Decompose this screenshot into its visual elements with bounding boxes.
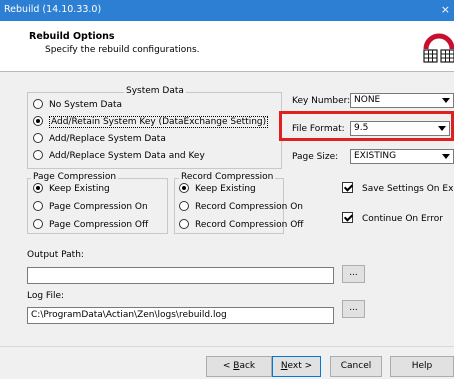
cancel-button[interactable]: Cancel: [330, 356, 382, 377]
radio-button[interactable]: [33, 201, 43, 211]
chevron-down-icon[interactable]: [442, 154, 450, 159]
back-prefix: <: [222, 361, 234, 371]
rebuild-wizard-icon: [423, 33, 454, 63]
back-button[interactable]: < Back: [206, 356, 272, 377]
option-label: Add/Retain System Key (DataExchange Sett…: [49, 116, 269, 128]
output-path-field[interactable]: [27, 267, 334, 284]
wizard-header: Rebuild Options Specify the rebuild conf…: [0, 21, 454, 72]
log-file-field[interactable]: C:\ProgramData\Actian\Zen\logs\rebuild.l…: [27, 307, 334, 324]
page-size-value: EXISTING: [354, 151, 397, 161]
option-label: Add/Replace System Data and Key: [49, 151, 205, 161]
next-rest: ext: [287, 361, 302, 371]
radio-record-compression-off[interactable]: Record Compression Off: [179, 219, 304, 231]
option-label: Add/Replace System Data: [49, 134, 166, 144]
output-path-label: Output Path:: [27, 250, 84, 260]
log-file-browse-button[interactable]: ...: [342, 300, 365, 318]
checkbox-label: Continue On Error: [362, 214, 443, 224]
radio-page-keep-existing[interactable]: Keep Existing: [33, 183, 110, 195]
radio-button-selected[interactable]: [33, 116, 43, 126]
radio-record-compression-on[interactable]: Record Compression On: [179, 201, 303, 213]
next-suffix: >: [301, 361, 313, 371]
key-number-select[interactable]: NONE: [350, 93, 454, 108]
radio-no-system-data[interactable]: No System Data: [33, 99, 122, 111]
log-file-value: C:\ProgramData\Actian\Zen\logs\rebuild.l…: [31, 310, 227, 320]
help-button[interactable]: Help: [390, 356, 454, 377]
radio-button-selected[interactable]: [33, 183, 43, 193]
footer-divider: [0, 346, 454, 347]
page-compression-legend: Page Compression: [31, 172, 119, 182]
key-number-label: Key Number:: [292, 96, 351, 106]
radio-add-retain-system-key[interactable]: Add/Retain System Key (DataExchange Sett…: [33, 116, 269, 128]
checkbox-label: Save Settings On Exit: [362, 184, 454, 194]
page-size-label: Page Size:: [292, 152, 339, 162]
option-label: Record Compression Off: [195, 220, 304, 230]
close-icon[interactable]: ×: [441, 3, 450, 16]
key-number-value: NONE: [354, 95, 381, 105]
radio-record-keep-existing[interactable]: Keep Existing: [179, 183, 256, 195]
radio-button[interactable]: [33, 150, 43, 160]
option-label: No System Data: [49, 100, 123, 110]
option-label: Keep Existing: [195, 184, 256, 194]
radio-button[interactable]: [179, 219, 189, 229]
next-button[interactable]: Next >: [272, 356, 321, 377]
header-title: Rebuild Options: [29, 31, 115, 42]
radio-button-selected[interactable]: [179, 183, 189, 193]
page-size-select[interactable]: EXISTING: [350, 149, 454, 164]
highlight-box: [279, 111, 454, 141]
next-mnemonic: N: [280, 361, 288, 371]
chevron-down-icon[interactable]: [442, 98, 450, 103]
window-title: Rebuild (14.10.33.0): [4, 4, 102, 15]
save-settings-checkbox[interactable]: Save Settings On Exit: [342, 182, 454, 195]
radio-button[interactable]: [33, 219, 43, 229]
back-rest: ack: [239, 361, 256, 371]
option-label: Record Compression On: [195, 202, 304, 212]
radio-add-replace-system-data-and-key[interactable]: Add/Replace System Data and Key: [33, 150, 205, 162]
checkbox-checked[interactable]: [342, 182, 353, 193]
log-file-label: Log File:: [27, 291, 65, 301]
radio-add-replace-system-data[interactable]: Add/Replace System Data: [33, 133, 166, 145]
radio-button[interactable]: [33, 133, 43, 143]
system-data-legend: System Data: [124, 86, 186, 96]
radio-page-compression-on[interactable]: Page Compression On: [33, 201, 148, 213]
option-label: Page Compression Off: [49, 220, 149, 230]
continue-on-error-checkbox[interactable]: Continue On Error: [342, 212, 443, 225]
record-compression-legend: Record Compression: [179, 172, 276, 182]
title-bar: Rebuild (14.10.33.0) ×: [0, 0, 454, 21]
radio-button[interactable]: [33, 99, 43, 109]
radio-page-compression-off[interactable]: Page Compression Off: [33, 219, 148, 231]
radio-button[interactable]: [179, 201, 189, 211]
output-path-browse-button[interactable]: ...: [342, 265, 365, 283]
option-label: Page Compression On: [49, 202, 148, 212]
option-label: Keep Existing: [49, 184, 110, 194]
header-subtitle: Specify the rebuild configurations.: [45, 45, 200, 55]
checkbox-checked[interactable]: [342, 212, 353, 223]
